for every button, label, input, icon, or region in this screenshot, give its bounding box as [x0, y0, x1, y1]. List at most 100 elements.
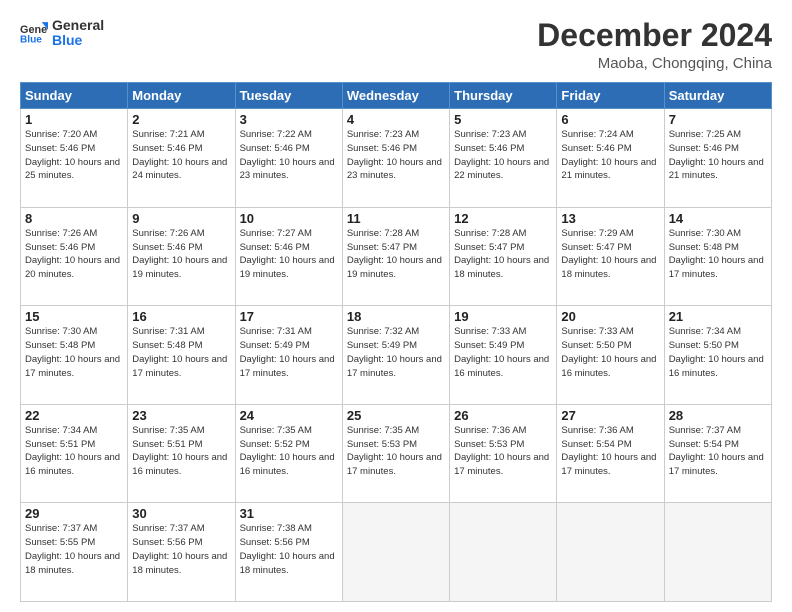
day-info: Sunrise: 7:36 AMSunset: 5:54 PMDaylight:… [561, 424, 659, 479]
day-number: 5 [454, 112, 552, 127]
day-number: 8 [25, 211, 123, 226]
day-number: 15 [25, 309, 123, 324]
weekday-sunday: Sunday [21, 83, 128, 109]
day-info: Sunrise: 7:34 AMSunset: 5:50 PMDaylight:… [669, 325, 767, 380]
calendar-cell: 21Sunrise: 7:34 AMSunset: 5:50 PMDayligh… [664, 306, 771, 405]
day-number: 29 [25, 506, 123, 521]
day-info: Sunrise: 7:29 AMSunset: 5:47 PMDaylight:… [561, 227, 659, 282]
day-number: 14 [669, 211, 767, 226]
day-info: Sunrise: 7:32 AMSunset: 5:49 PMDaylight:… [347, 325, 445, 380]
day-number: 10 [240, 211, 338, 226]
calendar-cell: 2Sunrise: 7:21 AMSunset: 5:46 PMDaylight… [128, 109, 235, 208]
day-info: Sunrise: 7:21 AMSunset: 5:46 PMDaylight:… [132, 128, 230, 183]
day-info: Sunrise: 7:35 AMSunset: 5:53 PMDaylight:… [347, 424, 445, 479]
weekday-wednesday: Wednesday [342, 83, 449, 109]
day-number: 16 [132, 309, 230, 324]
calendar-cell: 12Sunrise: 7:28 AMSunset: 5:47 PMDayligh… [450, 207, 557, 306]
calendar-cell: 29Sunrise: 7:37 AMSunset: 5:55 PMDayligh… [21, 503, 128, 602]
day-number: 25 [347, 408, 445, 423]
calendar-cell [342, 503, 449, 602]
weekday-friday: Friday [557, 83, 664, 109]
calendar-cell [557, 503, 664, 602]
day-info: Sunrise: 7:27 AMSunset: 5:46 PMDaylight:… [240, 227, 338, 282]
day-info: Sunrise: 7:35 AMSunset: 5:51 PMDaylight:… [132, 424, 230, 479]
day-number: 7 [669, 112, 767, 127]
calendar-cell: 24Sunrise: 7:35 AMSunset: 5:52 PMDayligh… [235, 404, 342, 503]
calendar-cell: 7Sunrise: 7:25 AMSunset: 5:46 PMDaylight… [664, 109, 771, 208]
day-number: 18 [347, 309, 445, 324]
calendar-cell: 28Sunrise: 7:37 AMSunset: 5:54 PMDayligh… [664, 404, 771, 503]
calendar-cell: 16Sunrise: 7:31 AMSunset: 5:48 PMDayligh… [128, 306, 235, 405]
title-block: December 2024 Maoba, Chongqing, China [537, 18, 772, 72]
logo-icon: General Blue [20, 19, 48, 47]
calendar-cell: 14Sunrise: 7:30 AMSunset: 5:48 PMDayligh… [664, 207, 771, 306]
calendar-cell: 11Sunrise: 7:28 AMSunset: 5:47 PMDayligh… [342, 207, 449, 306]
calendar-cell: 5Sunrise: 7:23 AMSunset: 5:46 PMDaylight… [450, 109, 557, 208]
day-info: Sunrise: 7:30 AMSunset: 5:48 PMDaylight:… [25, 325, 123, 380]
day-number: 11 [347, 211, 445, 226]
page: General Blue General Blue December 2024 … [0, 0, 792, 612]
calendar-cell: 3Sunrise: 7:22 AMSunset: 5:46 PMDaylight… [235, 109, 342, 208]
week-row-4: 22Sunrise: 7:34 AMSunset: 5:51 PMDayligh… [21, 404, 772, 503]
day-number: 1 [25, 112, 123, 127]
day-info: Sunrise: 7:20 AMSunset: 5:46 PMDaylight:… [25, 128, 123, 183]
week-row-3: 15Sunrise: 7:30 AMSunset: 5:48 PMDayligh… [21, 306, 772, 405]
day-info: Sunrise: 7:37 AMSunset: 5:55 PMDaylight:… [25, 522, 123, 577]
day-info: Sunrise: 7:38 AMSunset: 5:56 PMDaylight:… [240, 522, 338, 577]
svg-text:Blue: Blue [20, 35, 42, 46]
day-number: 22 [25, 408, 123, 423]
day-number: 26 [454, 408, 552, 423]
weekday-tuesday: Tuesday [235, 83, 342, 109]
calendar-cell [450, 503, 557, 602]
day-info: Sunrise: 7:28 AMSunset: 5:47 PMDaylight:… [347, 227, 445, 282]
day-number: 3 [240, 112, 338, 127]
calendar-cell: 23Sunrise: 7:35 AMSunset: 5:51 PMDayligh… [128, 404, 235, 503]
calendar-cell: 25Sunrise: 7:35 AMSunset: 5:53 PMDayligh… [342, 404, 449, 503]
day-info: Sunrise: 7:23 AMSunset: 5:46 PMDaylight:… [347, 128, 445, 183]
day-info: Sunrise: 7:37 AMSunset: 5:54 PMDaylight:… [669, 424, 767, 479]
location-subtitle: Maoba, Chongqing, China [537, 55, 772, 72]
calendar-cell: 1Sunrise: 7:20 AMSunset: 5:46 PMDaylight… [21, 109, 128, 208]
calendar-cell: 15Sunrise: 7:30 AMSunset: 5:48 PMDayligh… [21, 306, 128, 405]
weekday-saturday: Saturday [664, 83, 771, 109]
day-number: 2 [132, 112, 230, 127]
day-info: Sunrise: 7:31 AMSunset: 5:48 PMDaylight:… [132, 325, 230, 380]
day-info: Sunrise: 7:26 AMSunset: 5:46 PMDaylight:… [132, 227, 230, 282]
day-info: Sunrise: 7:33 AMSunset: 5:50 PMDaylight:… [561, 325, 659, 380]
logo-blue: Blue [52, 33, 104, 48]
calendar-cell: 30Sunrise: 7:37 AMSunset: 5:56 PMDayligh… [128, 503, 235, 602]
week-row-1: 1Sunrise: 7:20 AMSunset: 5:46 PMDaylight… [21, 109, 772, 208]
day-info: Sunrise: 7:34 AMSunset: 5:51 PMDaylight:… [25, 424, 123, 479]
calendar-cell: 10Sunrise: 7:27 AMSunset: 5:46 PMDayligh… [235, 207, 342, 306]
day-number: 23 [132, 408, 230, 423]
weekday-monday: Monday [128, 83, 235, 109]
day-number: 30 [132, 506, 230, 521]
day-number: 20 [561, 309, 659, 324]
day-info: Sunrise: 7:26 AMSunset: 5:46 PMDaylight:… [25, 227, 123, 282]
day-number: 28 [669, 408, 767, 423]
day-number: 9 [132, 211, 230, 226]
day-info: Sunrise: 7:25 AMSunset: 5:46 PMDaylight:… [669, 128, 767, 183]
day-info: Sunrise: 7:31 AMSunset: 5:49 PMDaylight:… [240, 325, 338, 380]
calendar-cell: 20Sunrise: 7:33 AMSunset: 5:50 PMDayligh… [557, 306, 664, 405]
day-info: Sunrise: 7:35 AMSunset: 5:52 PMDaylight:… [240, 424, 338, 479]
day-number: 13 [561, 211, 659, 226]
calendar-cell: 4Sunrise: 7:23 AMSunset: 5:46 PMDaylight… [342, 109, 449, 208]
logo: General Blue General Blue [20, 18, 104, 49]
weekday-thursday: Thursday [450, 83, 557, 109]
day-info: Sunrise: 7:28 AMSunset: 5:47 PMDaylight:… [454, 227, 552, 282]
calendar-cell: 27Sunrise: 7:36 AMSunset: 5:54 PMDayligh… [557, 404, 664, 503]
day-number: 4 [347, 112, 445, 127]
calendar-cell: 18Sunrise: 7:32 AMSunset: 5:49 PMDayligh… [342, 306, 449, 405]
day-info: Sunrise: 7:37 AMSunset: 5:56 PMDaylight:… [132, 522, 230, 577]
calendar-cell [664, 503, 771, 602]
day-number: 24 [240, 408, 338, 423]
calendar-cell: 19Sunrise: 7:33 AMSunset: 5:49 PMDayligh… [450, 306, 557, 405]
calendar-cell: 9Sunrise: 7:26 AMSunset: 5:46 PMDaylight… [128, 207, 235, 306]
day-info: Sunrise: 7:30 AMSunset: 5:48 PMDaylight:… [669, 227, 767, 282]
day-number: 27 [561, 408, 659, 423]
calendar-cell: 31Sunrise: 7:38 AMSunset: 5:56 PMDayligh… [235, 503, 342, 602]
day-info: Sunrise: 7:24 AMSunset: 5:46 PMDaylight:… [561, 128, 659, 183]
day-number: 19 [454, 309, 552, 324]
logo-general: General [52, 18, 104, 33]
